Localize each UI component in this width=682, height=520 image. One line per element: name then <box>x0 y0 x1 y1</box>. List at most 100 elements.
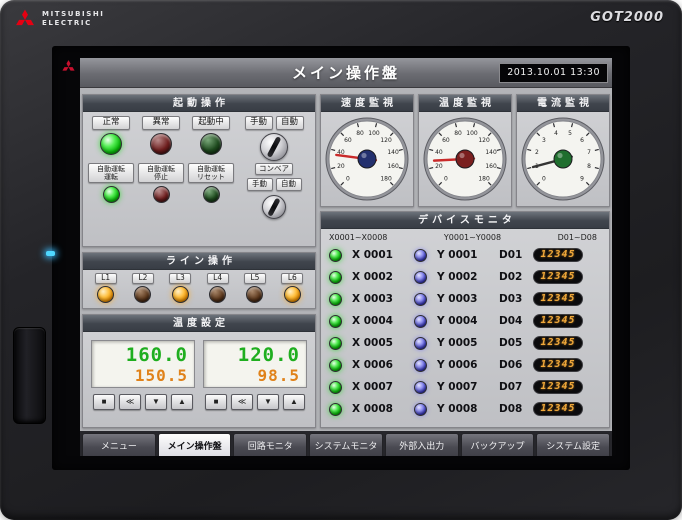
gauge-body: 020406080100120140160180 <box>321 112 413 206</box>
y-device-label: Y 0008 <box>437 403 491 415</box>
line-button-label: L3 <box>169 273 191 284</box>
temp-down-button[interactable]: ▼ <box>145 394 167 410</box>
svg-text:8: 8 <box>587 163 591 170</box>
tab-main-panel[interactable]: メイン操作盤 <box>158 433 232 456</box>
temp-stop-button[interactable]: ■ <box>205 394 227 410</box>
gauge-body: 0123456789 <box>517 112 609 206</box>
y-device-label: Y 0004 <box>437 315 491 327</box>
d-value-display: 12345 <box>533 314 583 328</box>
svg-text:100: 100 <box>368 130 380 137</box>
temp-down-button[interactable]: ▼ <box>257 394 279 410</box>
svg-text:0: 0 <box>346 175 350 182</box>
manual-label: 手動 <box>245 116 273 130</box>
d-device-label: D04 <box>499 315 525 327</box>
line-button-l1[interactable] <box>97 286 114 303</box>
temp-buttons: ■≪▼▲ <box>203 394 307 410</box>
d-device-label: D06 <box>499 359 525 371</box>
temp-sv-value: 150.5 <box>98 366 188 385</box>
indicator-lamp <box>203 186 220 203</box>
temp-sv-value: 98.5 <box>210 366 300 385</box>
datetime-display: 2013.10.01 13:30 <box>499 63 608 83</box>
startup-panel-title: 起動操作 <box>83 95 315 112</box>
temp-controller-2: 120.098.5■≪▼▲ <box>203 340 307 419</box>
line-button-label: L4 <box>207 273 229 284</box>
svg-text:140: 140 <box>485 149 497 156</box>
conveyor-mode-labels: 手動 自動 <box>247 178 302 191</box>
startup-panel: 起動操作 正常異常起動中 手動 自動 自動運転 運転自動運 <box>82 94 316 247</box>
svg-text:4: 4 <box>554 130 558 137</box>
x-device-label: X 0005 <box>352 337 406 349</box>
corner-badge <box>57 54 79 78</box>
model-label: GOT2000 <box>590 10 664 25</box>
temp-up-button[interactable]: ▲ <box>171 394 193 410</box>
tab-system-monitor[interactable]: システムモニタ <box>309 433 383 456</box>
temp-stop-button[interactable]: ■ <box>93 394 115 410</box>
line-button-group: L3 <box>162 273 199 305</box>
y-indicator-lamp <box>414 337 427 350</box>
d-device-label: D05 <box>499 337 525 349</box>
conveyor-label: コンベア <box>255 163 293 176</box>
temp-up-button[interactable]: ▲ <box>283 394 305 410</box>
tab-system-settings[interactable]: システム設定 <box>536 433 610 456</box>
svg-text:80: 80 <box>454 130 462 137</box>
temp-pv-value: 160.0 <box>98 344 188 366</box>
x-indicator-lamp <box>329 403 342 416</box>
monitor-rows: X 0001Y 0001D0112345X 0002Y 0002D0212345… <box>321 243 609 421</box>
startup-lamps-row1: 正常異常起動中 <box>86 114 236 155</box>
startup-lamp-group: 異常 <box>142 114 180 155</box>
monitor-row: X 0005Y 0005D0512345 <box>329 332 601 354</box>
monitor-row: X 0002Y 0002D0212345 <box>329 266 601 288</box>
run-mode-selector-knob[interactable] <box>260 133 288 161</box>
gauge-panel-3: 電流監視0123456789 <box>516 94 610 207</box>
brand-text: MITSUBISHI ELECTRIC <box>42 10 105 28</box>
tab-external-io[interactable]: 外部入出力 <box>385 433 459 456</box>
tab-menu[interactable]: メニュー <box>82 433 156 456</box>
line-button-l6[interactable] <box>284 286 301 303</box>
line-button-group: L6 <box>274 273 311 305</box>
temp-shift-button[interactable]: ≪ <box>119 394 141 410</box>
monitor-row: X 0001Y 0001D0112345 <box>329 244 601 266</box>
x-device-label: X 0003 <box>352 293 406 305</box>
line-button-l5[interactable] <box>246 286 263 303</box>
svg-text:3: 3 <box>542 137 546 144</box>
indicator-lamp <box>103 186 120 203</box>
line-button-l2[interactable] <box>134 286 151 303</box>
startup-lamp-group: 起動中 <box>192 114 230 155</box>
monitor-column-headers: X0001~X0008 Y0001~Y0008 D01~D08 <box>321 229 609 243</box>
lamp-label: 正常 <box>92 116 130 130</box>
brand-logo: MITSUBISHI ELECTRIC <box>14 8 105 30</box>
monitor-row: X 0006Y 0006D0612345 <box>329 354 601 376</box>
svg-text:60: 60 <box>344 137 352 144</box>
y-indicator-lamp <box>414 359 427 372</box>
x-device-label: X 0002 <box>352 271 406 283</box>
line-button-group: L5 <box>236 273 273 305</box>
tab-circuit-monitor[interactable]: 回路モニタ <box>233 433 307 456</box>
temp-controller-1: 160.0150.5 ■≪▼▲ <box>91 340 195 419</box>
line-button-l3[interactable] <box>172 286 189 303</box>
d-value-display: 12345 <box>533 270 583 284</box>
d-column-header: D01~D08 <box>558 233 597 242</box>
x-device-label: X 0004 <box>352 315 406 327</box>
x-column-header: X0001~X0008 <box>329 233 387 242</box>
d-device-label: D02 <box>499 271 525 283</box>
tab-backup[interactable]: バックアップ <box>461 433 535 456</box>
conveyor-selector-knob[interactable] <box>262 195 286 219</box>
lcd-screen: メイン操作盤 2013.10.01 13:30 起動操作 正常異常起動中 手動 … <box>80 58 612 456</box>
svg-text:100: 100 <box>466 130 478 137</box>
lamp-label: 自動運転 リセット <box>188 163 234 183</box>
svg-text:140: 140 <box>387 149 399 156</box>
svg-text:9: 9 <box>580 175 584 182</box>
line-button-group: L2 <box>124 273 161 305</box>
d-device-label: D07 <box>499 381 525 393</box>
startup-row2: 自動運転 運転自動運転 停止自動運転 リセット コンベア 手動 自動 <box>86 161 312 219</box>
temp-display: 160.0150.5 <box>91 340 195 388</box>
d-device-label: D03 <box>499 293 525 305</box>
temp-setting-panel: 温度設定 160.0150.5■≪▼▲120.098.5■≪▼▲ <box>82 314 316 428</box>
temp-shift-button[interactable]: ≪ <box>231 394 253 410</box>
line-button-l4[interactable] <box>209 286 226 303</box>
diamond-logo-icon <box>61 59 76 74</box>
card-slot <box>13 327 46 424</box>
gauge-dial: 020406080100120140160180 <box>421 115 509 203</box>
y-device-label: Y 0005 <box>437 337 491 349</box>
conveyor-selector-group: コンベア 手動 自動 <box>236 161 312 219</box>
